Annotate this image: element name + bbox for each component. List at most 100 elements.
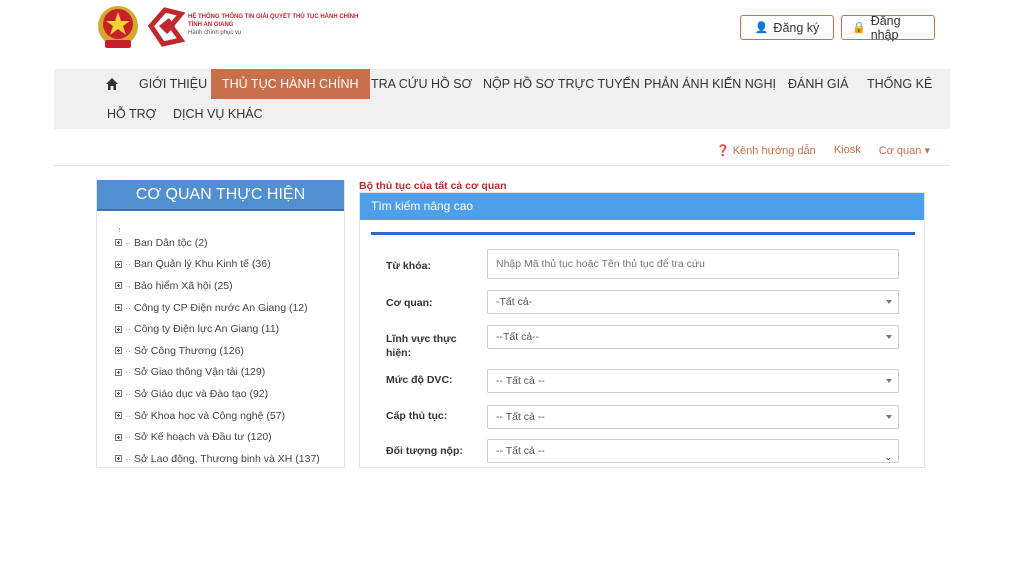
- tree-dots: ··: [125, 302, 131, 313]
- agency-select-value: -Tất cả-: [496, 296, 533, 308]
- kiosk-link[interactable]: Kiosk: [834, 144, 861, 157]
- tree-item[interactable]: ·· Ban Quản lý Khu Kinh tế (36): [115, 254, 320, 276]
- search-form: Từ khóa: Cơ quan: -Tất cả- Lĩnh vực thực…: [371, 232, 915, 467]
- nav-item-phan-anh[interactable]: PHẢN ÁNH KIẾN NGHỊ: [633, 69, 787, 99]
- chevron-down-icon: ⌄: [884, 452, 892, 462]
- tree-item[interactable]: ·· Sở Công Thương (126): [115, 340, 320, 362]
- lock-icon: 🔒: [852, 22, 866, 34]
- tree-dots: ··: [125, 280, 131, 291]
- user-plus-icon: 👤: [754, 22, 769, 34]
- tree-dots: ··: [125, 367, 131, 378]
- expand-icon[interactable]: [115, 455, 122, 463]
- expand-icon[interactable]: [115, 390, 122, 398]
- login-label: Đăng nhập: [870, 13, 901, 42]
- tree-dots: ··: [125, 345, 131, 356]
- tree-dots: ··: [125, 432, 131, 443]
- caret-down-icon: [886, 379, 892, 383]
- guide-link[interactable]: ❓ Kênh hướng dẫn: [716, 144, 816, 157]
- tree-item-label: Sở Giáo dục và Đào tạo (92): [134, 387, 269, 400]
- sidebar-title: CƠ QUAN THỰC HIỆN: [97, 180, 344, 211]
- tree-item-label: Sở Kế hoạch và Đầu tư (120): [134, 431, 272, 444]
- tier-label: Cấp thủ tục:: [386, 410, 448, 422]
- tree-item-label: Sở Giao thông Vận tải (129): [134, 366, 266, 379]
- tree-item-label: Công ty Điện lực An Giang (11): [134, 323, 280, 336]
- panel-title: Tìm kiếm nâng cao: [360, 193, 924, 220]
- tree-item[interactable]: ·· Bảo hiểm Xã hội (25): [115, 275, 320, 297]
- agency-select[interactable]: -Tất cả-: [487, 290, 899, 314]
- nav-item-thong-ke[interactable]: THỐNG KÊ: [856, 69, 943, 99]
- expand-icon[interactable]: [115, 282, 122, 290]
- question-circle-icon: ❓: [715, 145, 730, 157]
- advanced-search-panel: Tìm kiếm nâng cao Từ khóa: Cơ quan: -Tất…: [359, 192, 925, 468]
- tree-item-label: Công ty CP Điện nước An Giang (12): [134, 301, 308, 314]
- keyword-label: Từ khóa:: [386, 260, 431, 272]
- nav-item-nop-ho-so[interactable]: NỘP HỒ SƠ TRỰC TUYẾN: [472, 69, 651, 99]
- expand-icon[interactable]: [115, 239, 122, 247]
- main-nav: GIỚI THIỆU THỦ TỤC HÀNH CHÍNH TRA CỨU HỒ…: [54, 69, 950, 129]
- logo-line-slogan: Hành chính phục vụ: [188, 30, 242, 36]
- tree-item-label: Sở Khoa học và Công nghệ (57): [134, 409, 286, 422]
- agency-field-label: Cơ quan:: [386, 297, 433, 309]
- expand-icon[interactable]: [115, 260, 122, 268]
- level-select[interactable]: -- Tất cả --: [487, 369, 899, 393]
- register-label: Đăng ký: [773, 20, 820, 35]
- level-label: Mức độ DVC:: [386, 374, 453, 386]
- section-title: Bộ thủ tục của tất cả cơ quan: [359, 180, 507, 192]
- agency-sidebar: CƠ QUAN THỰC HIỆN ·· Ban Dân tộc (2) ·· Ba…: [96, 180, 345, 468]
- tree-item[interactable]: ·· Công ty Điện lực An Giang (11): [115, 318, 320, 340]
- nav-item-thu-tuc-hanh-chinh[interactable]: THỦ TỤC HÀNH CHÍNH: [211, 69, 370, 99]
- expand-icon[interactable]: [115, 433, 122, 441]
- nav-item-ho-tro[interactable]: HỖ TRỢ: [96, 99, 167, 129]
- field-label: Lĩnh vực thực hiện:: [386, 333, 457, 359]
- target-select[interactable]: -- Tất cả -- ⌄: [487, 439, 899, 463]
- logo-mark-icon[interactable]: [145, 4, 187, 48]
- sub-links: ❓ Kênh hướng dẫn Kiosk Cơ quan ▾: [716, 144, 930, 157]
- tree-item[interactable]: ·· Sở Giáo dục và Đào tạo (92): [115, 383, 320, 405]
- caret-down-icon: ▾: [924, 145, 930, 157]
- national-emblem-icon: [98, 6, 138, 48]
- agency-tree: ·· Ban Dân tộc (2) ·· Ban Quản lý Khu Kinh…: [115, 232, 320, 467]
- nav-item-dich-vu-khac[interactable]: DỊCH VỤ KHÁC: [162, 99, 274, 129]
- tree-item[interactable]: ·· Sở Kế hoạch và Đầu tư (120): [115, 426, 320, 448]
- logo-line-province: TỈNH AN GIANG: [188, 22, 234, 28]
- target-label: Đối tượng nộp:: [386, 445, 463, 457]
- keyword-input[interactable]: [487, 249, 899, 279]
- tree-dots: ··: [125, 453, 131, 464]
- register-button[interactable]: 👤 Đăng ký: [740, 15, 834, 40]
- tree-item[interactable]: ·· Sở Lao động, Thương binh và XH (137): [115, 448, 320, 467]
- tree-item[interactable]: ·· Ban Dân tộc (2): [115, 232, 320, 254]
- tree-item-label: Bảo hiểm Xã hội (25): [134, 279, 233, 292]
- tree-item[interactable]: ·· Sở Khoa học và Công nghệ (57): [115, 405, 320, 427]
- tree-item[interactable]: ·· Sở Giao thông Vận tải (129): [115, 362, 320, 384]
- logo-text[interactable]: HỆ THỐNG THÔNG TIN GIẢI QUYẾT THỦ TỤC HÀ…: [188, 13, 358, 37]
- header-divider: [54, 165, 950, 166]
- tree-dots: ··: [125, 410, 131, 421]
- level-select-value: -- Tất cả --: [496, 375, 545, 387]
- tree-item-label: Sở Lao động, Thương binh và XH (137): [134, 452, 320, 465]
- tree-dots: ··: [125, 259, 131, 270]
- nav-item-gioi-thieu[interactable]: GIỚI THIỆU: [128, 69, 218, 99]
- nav-item-tra-cuu-ho-so[interactable]: TRA CỨU HỒ SƠ: [360, 69, 483, 99]
- tier-select-value: -- Tất cả --: [496, 411, 545, 423]
- expand-icon[interactable]: [115, 347, 122, 355]
- caret-down-icon: [886, 415, 892, 419]
- site-header: HỆ THỐNG THÔNG TIN GIẢI QUYẾT THỦ TỤC HÀ…: [0, 0, 1010, 69]
- field-select[interactable]: --Tất cả--: [487, 325, 899, 349]
- tree-item[interactable]: ·· Công ty CP Điện nước An Giang (12): [115, 297, 320, 319]
- tree-item-label: Ban Dân tộc (2): [134, 236, 208, 249]
- nav-item-danh-gia[interactable]: ĐÁNH GIÁ: [777, 69, 859, 99]
- agency-label: Cơ quan: [878, 145, 922, 157]
- agency-dropdown[interactable]: Cơ quan ▾: [879, 144, 930, 157]
- login-button[interactable]: 🔒 Đăng nhập: [841, 13, 935, 42]
- tree-dots: ··: [125, 388, 131, 399]
- expand-icon[interactable]: [115, 304, 122, 312]
- tier-select[interactable]: -- Tất cả --: [487, 405, 899, 429]
- target-select-value: -- Tất cả --: [496, 445, 545, 457]
- expand-icon[interactable]: [115, 412, 122, 420]
- expand-icon[interactable]: [115, 368, 122, 376]
- field-select-value: --Tất cả--: [496, 331, 540, 343]
- tree-item-label: Ban Quản lý Khu Kinh tế (36): [134, 258, 271, 271]
- home-icon[interactable]: [105, 77, 119, 91]
- expand-icon[interactable]: [115, 325, 122, 333]
- caret-down-icon: [886, 300, 892, 304]
